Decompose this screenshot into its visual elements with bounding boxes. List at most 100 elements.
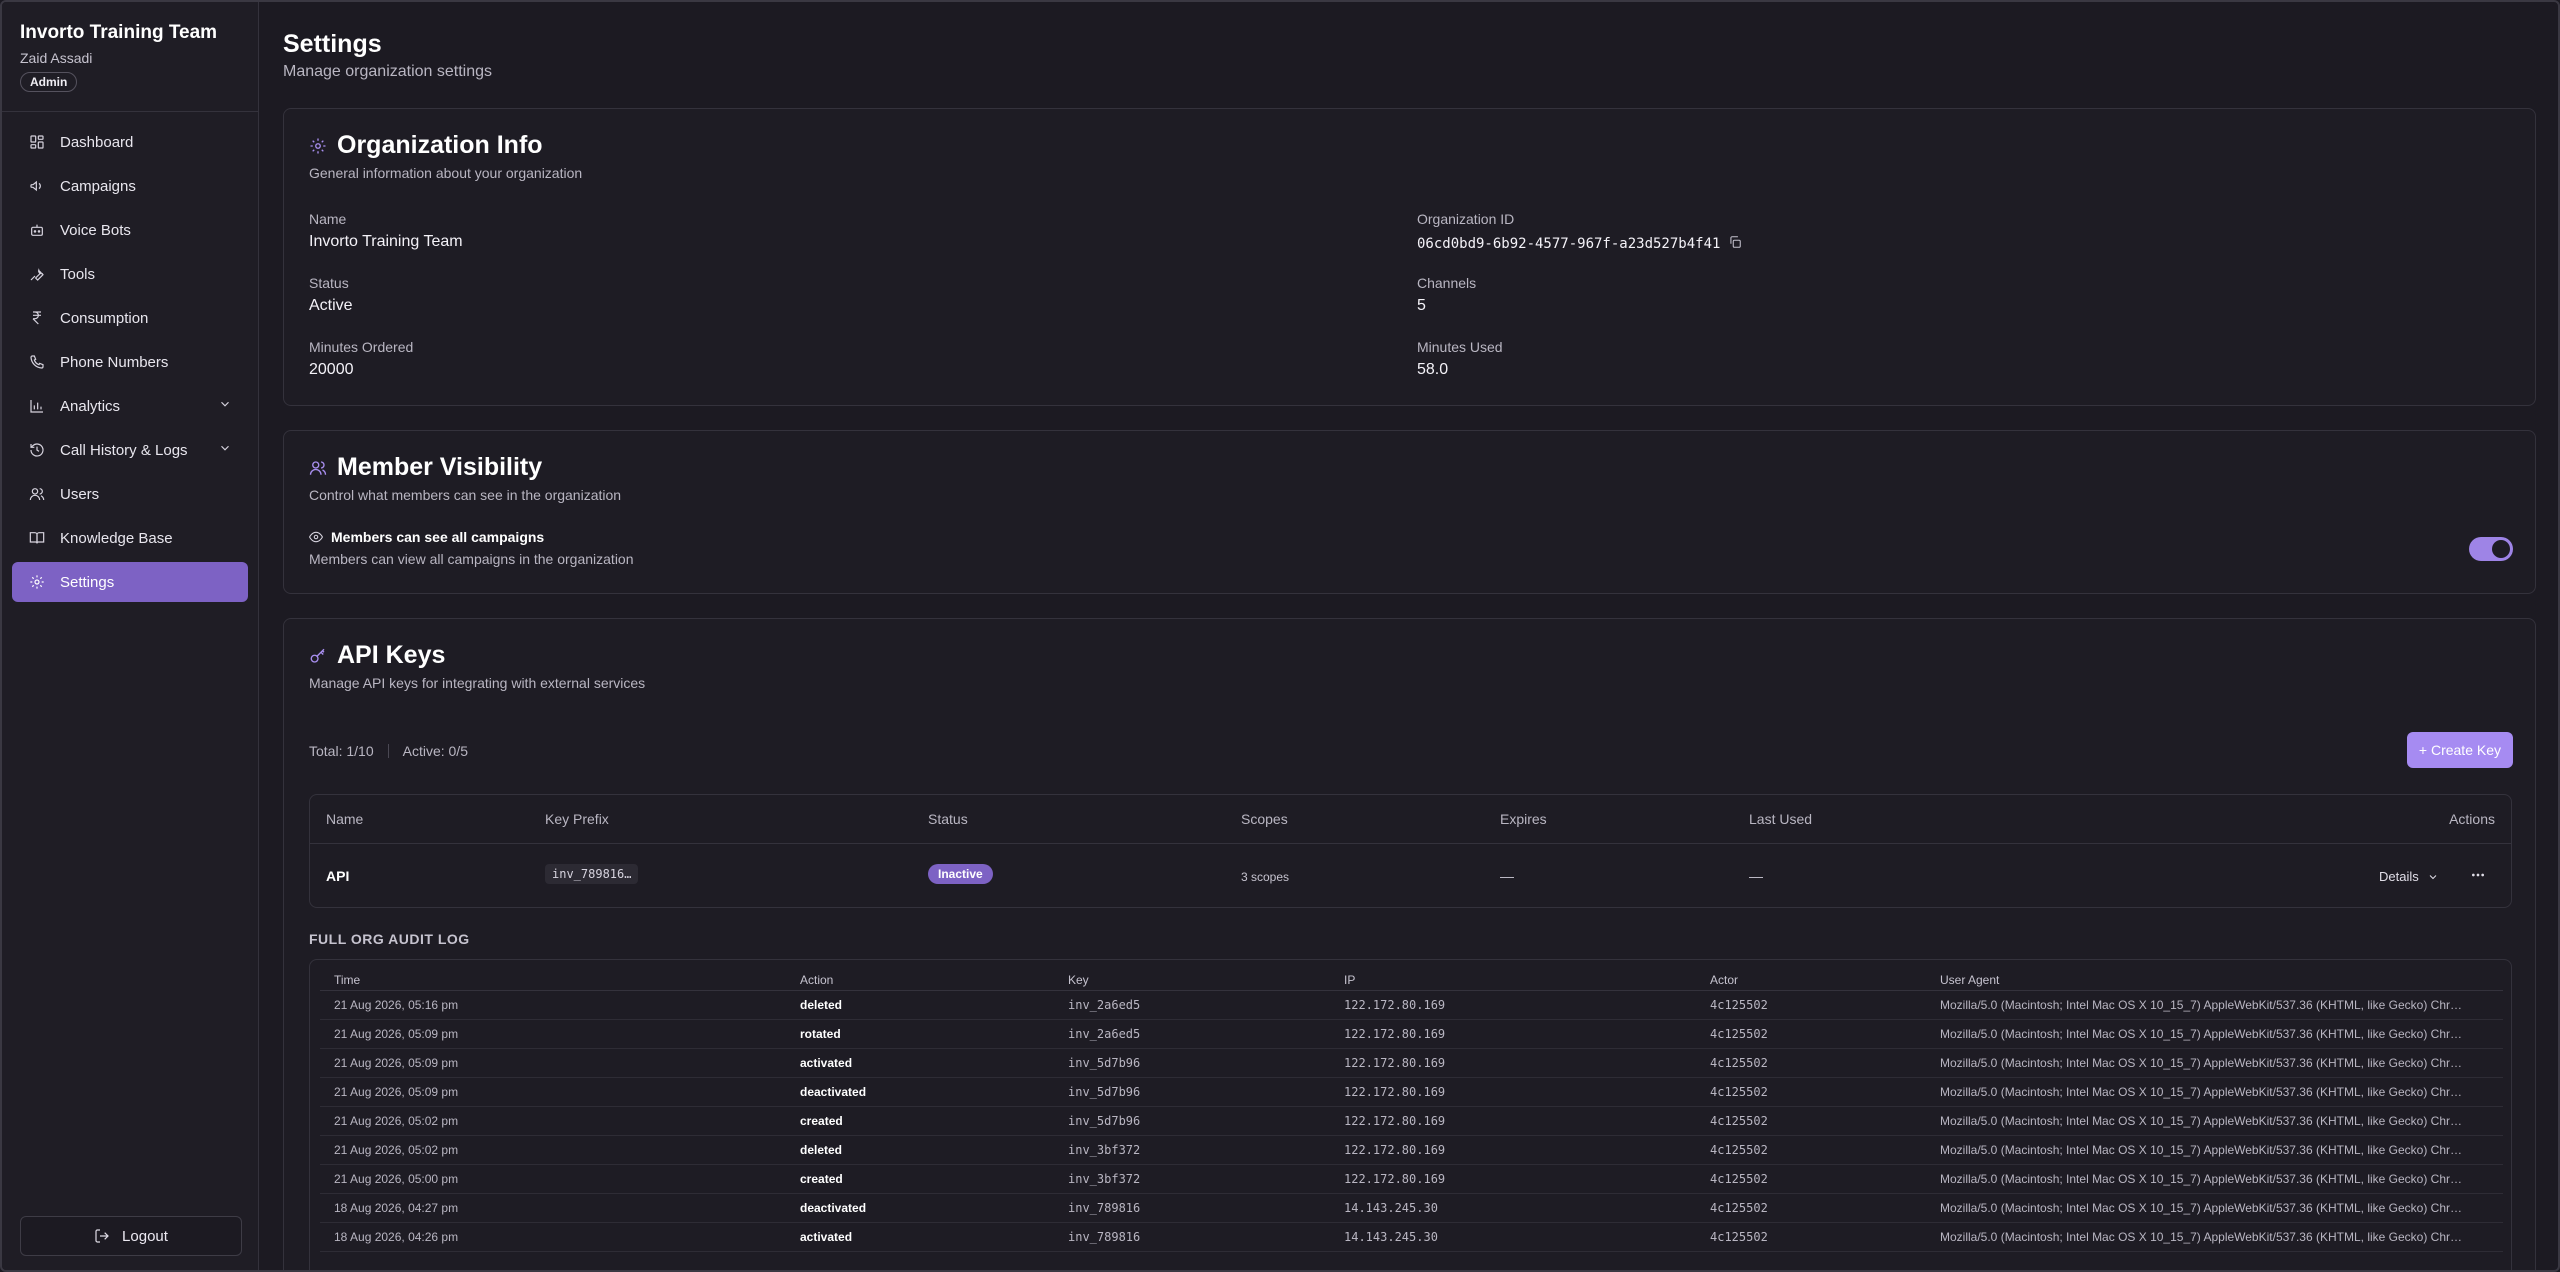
org-info-subtitle: General information about your organizat… [309,165,583,181]
bot-icon [28,221,46,239]
audit-key: inv_3bf372 [1054,1164,1330,1194]
copy-icon[interactable] [1728,235,1742,253]
sidebar-item-label: Voice Bots [60,221,131,239]
key-expires: — [1500,868,1514,884]
audit-action: deleted [786,990,1054,1020]
audit-actor: 4c125502 [1696,1077,1926,1107]
audit-time: 21 Aug 2026, 05:09 pm [320,1048,786,1078]
sidebar-item-label: Consumption [60,309,149,327]
column-header: Status [928,811,968,827]
audit-time: 21 Aug 2026, 05:02 pm [320,1106,786,1136]
main-content: Settings Manage organization settings Or… [259,2,2558,1270]
sidebar-item-label: Knowledge Base [60,529,173,547]
chevron-down-icon[interactable] [218,397,232,415]
audit-action: activated [786,1222,1054,1252]
table-row: 21 Aug 2026, 05:09 pm rotated inv_2a6ed5 12… [320,1019,2503,1049]
logout-button[interactable]: Logout [20,1216,242,1256]
audit-key: inv_789816 [1054,1222,1330,1252]
status-label: Status [309,275,349,291]
api-keys-table: Name Key Prefix Status Scopes Expires La… [309,794,2512,908]
column-header: IP [1330,970,1696,991]
chart-icon [28,397,46,415]
api-keys-title: API Keys [309,641,445,670]
audit-header-row: Time Action Key IP Actor User Agent [320,970,2503,991]
key-prefix-chip: inv_789816… [545,864,639,884]
audit-action: created [786,1106,1054,1136]
sidebar-item-label: Analytics [60,397,121,415]
sidebar-item-analytics[interactable]: Analytics [12,386,248,426]
sidebar-item-label: Tools [60,265,96,283]
minutes-used-value: 58.0 [1417,361,1449,378]
audit-actor: 4c125502 [1696,1193,1926,1223]
audit-body: 21 Aug 2026, 05:16 pm deleted inv_2a6ed5 12… [320,990,2503,1252]
audit-ip: 122.172.80.169 [1330,1077,1696,1107]
audit-ip: 122.172.80.169 [1330,1019,1696,1049]
users-icon [28,485,46,503]
gear-icon [28,573,46,591]
sidebar-item-users[interactable]: Users [12,474,248,514]
member-visibility-card: Member Visibility Control what members c… [283,430,2536,594]
sidebar-item-tools[interactable]: Tools [12,254,248,294]
key-prefix: inv_789816… [545,864,639,884]
sidebar-item-label: Settings [60,573,115,591]
audit-user-agent: Mozilla/5.0 (Macintosh; Intel Mac OS X 1… [1926,1106,2503,1136]
audit-actor: 4c125502 [1696,1222,1926,1252]
minutes-used-label: Minutes Used [1417,339,1503,355]
name-value: Invorto Training Team [309,233,463,250]
page-title: Settings [283,30,382,58]
create-key-button[interactable]: + Create Key [2406,732,2513,768]
column-header: Key Prefix [545,811,609,827]
org-id-text: 06cd0bd9-6b92-4577-967f-a23d527b4f41 [1417,236,1721,252]
org-id-value: 06cd0bd9-6b92-4577-967f-a23d527b4f41 [1417,235,1742,253]
audit-ip: 122.172.80.169 [1330,1048,1696,1078]
column-header: Time [320,970,786,991]
more-icon[interactable] [2470,867,2486,886]
option-description: Members can view all campaigns in the or… [309,551,634,567]
audit-actor: 4c125502 [1696,1135,1926,1165]
audit-key: inv_2a6ed5 [1054,990,1330,1020]
table-row: 21 Aug 2026, 05:09 pm activated inv_5d7b96… [320,1048,2503,1078]
sidebar-item-dashboard[interactable]: Dashboard [12,122,248,162]
sidebar-nav: Dashboard Campaigns Voice Bots Tools Con… [2,112,258,616]
audit-time: 21 Aug 2026, 05:09 pm [320,1077,786,1107]
sidebar-item-call-history[interactable]: Call History & Logs [12,430,248,470]
sidebar-item-label: Campaigns [60,177,136,195]
audit-ip: 122.172.80.169 [1330,1164,1696,1194]
phone-icon [28,353,46,371]
audit-time: 18 Aug 2026, 04:27 pm [320,1193,786,1223]
channels-value: 5 [1417,297,1426,314]
status-value: Active [309,297,353,314]
sidebar-item-label: Call History & Logs [60,441,188,459]
audit-ip: 122.172.80.169 [1330,1106,1696,1136]
details-toggle[interactable]: Details [2379,869,2439,884]
status-badge: Inactive [928,864,993,884]
audit-action: activated [786,1048,1054,1078]
page-subtitle: Manage organization settings [283,63,493,80]
org-name: Invorto Training Team [20,22,218,43]
sidebar-item-campaigns[interactable]: Campaigns [12,166,248,206]
history-icon [28,441,46,459]
member-visibility-subtitle: Control what members can see in the orga… [309,487,622,503]
audit-log-table: Time Action Key IP Actor User Agent 21 A… [309,959,2512,1270]
sidebar-item-label: Phone Numbers [60,353,169,371]
sidebar-item-settings[interactable]: Settings [12,562,248,602]
megaphone-icon [28,177,46,195]
campaign-visibility-option: Members can see all campaigns [309,529,544,545]
sidebar-item-label: Users [60,485,100,503]
api-keys-subtitle: Manage API keys for integrating with ext… [309,675,646,691]
sidebar-item-knowledge-base[interactable]: Knowledge Base [12,518,248,558]
sidebar-item-phone-numbers[interactable]: Phone Numbers [12,342,248,382]
campaign-visibility-toggle[interactable] [2469,537,2513,561]
option-label: Members can see all campaigns [331,529,545,545]
audit-actor: 4c125502 [1696,990,1926,1020]
audit-key: inv_5d7b96 [1054,1077,1330,1107]
org-info-title: Organization Info [309,131,543,160]
chevron-down-icon[interactable] [218,441,232,459]
audit-time: 21 Aug 2026, 05:16 pm [320,990,786,1020]
audit-ip: 122.172.80.169 [1330,990,1696,1020]
sidebar-item-consumption[interactable]: Consumption [12,298,248,338]
audit-key: inv_5d7b96 [1054,1106,1330,1136]
sidebar-item-voice-bots[interactable]: Voice Bots [12,210,248,250]
audit-actor: 4c125502 [1696,1106,1926,1136]
member-visibility-title: Member Visibility [309,453,542,482]
